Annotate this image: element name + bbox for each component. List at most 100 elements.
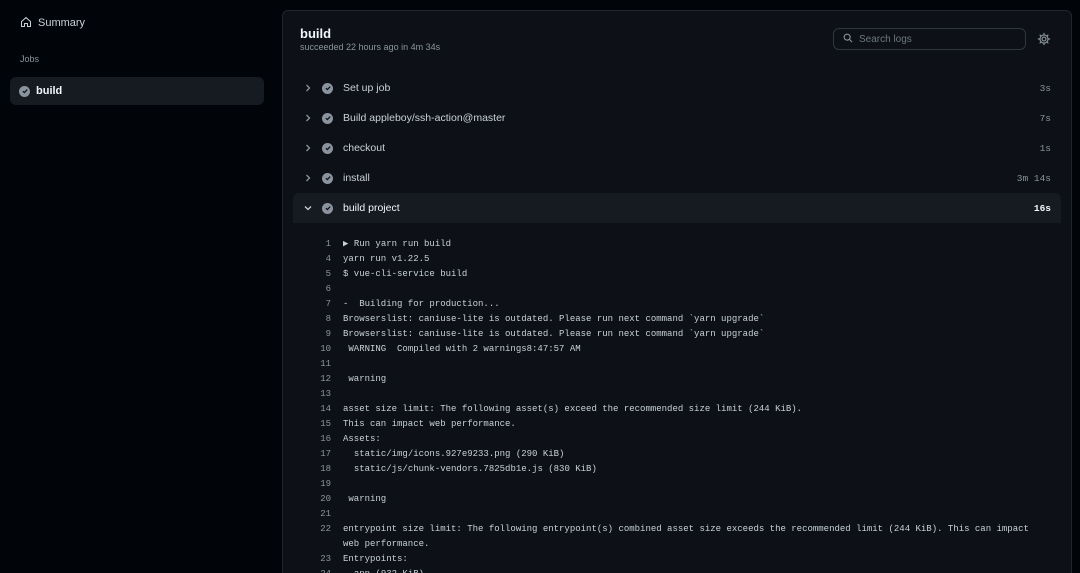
- log-line-number[interactable]: 7: [283, 297, 343, 312]
- log-line: 23 Entrypoints:: [283, 552, 1071, 567]
- log-line: 6: [283, 282, 1071, 297]
- log-line-number[interactable]: 24: [283, 567, 343, 573]
- success-check-icon: [19, 85, 30, 97]
- success-check-icon: [322, 172, 333, 184]
- jobs-heading: Jobs: [20, 54, 40, 64]
- chevron-down-icon: [304, 206, 312, 211]
- log-line: 9 Browserslist: caniuse-lite is outdated.…: [283, 327, 1071, 342]
- log-line-text: This can impact web performance.: [343, 419, 516, 429]
- log-line-number[interactable]: 13: [283, 387, 343, 402]
- chevron-right-icon: [306, 174, 311, 182]
- step-row-expanded[interactable]: build project 16s: [293, 193, 1061, 223]
- summary-link[interactable]: Summary: [12, 10, 268, 36]
- step-duration: 1s: [1039, 142, 1051, 154]
- step-duration: 3s: [1039, 82, 1051, 94]
- log-line: 14 asset size limit: The following asset(…: [283, 402, 1071, 417]
- log-line-number[interactable]: 20: [283, 492, 343, 507]
- log-line: 5 $ vue-cli-service build: [283, 267, 1071, 282]
- log-line: 13: [283, 387, 1071, 402]
- log-line-text: [343, 357, 1043, 372]
- step-name: Build appleboy/ssh-action@master: [343, 112, 506, 124]
- job-item-build[interactable]: build: [10, 77, 264, 105]
- log-line-number[interactable]: 12: [283, 372, 343, 387]
- page-title: build: [300, 26, 332, 41]
- log-line: 11: [283, 357, 1071, 372]
- step-duration: 3m 14s: [1016, 172, 1051, 184]
- log-line: 12 warning: [283, 372, 1071, 387]
- log-line: 8 Browserslist: caniuse-lite is outdated.…: [283, 312, 1071, 327]
- step-row[interactable]: Set up job 3s: [283, 73, 1071, 103]
- log-line-number[interactable]: 14: [283, 402, 343, 417]
- log-line-text: [343, 387, 1043, 402]
- search-icon: [843, 33, 853, 46]
- log-line-text: static/img/icons.927e9233.png (290 KiB): [343, 449, 565, 459]
- log-line: 15 This can impact web performance.: [283, 417, 1071, 432]
- log-line-number[interactable]: 11: [283, 357, 343, 372]
- log-line-number[interactable]: 17: [283, 447, 343, 462]
- log-line-number[interactable]: 6: [283, 282, 343, 297]
- steps-list: Set up job 3s Build appleboy/ssh-action@…: [283, 73, 1071, 223]
- log-line-number[interactable]: 9: [283, 327, 343, 342]
- log-line-number[interactable]: 19: [283, 477, 343, 492]
- log-line-text: [343, 507, 1043, 522]
- log-line: 18 static/js/chunk-vendors.7825db1e.js (…: [283, 462, 1071, 477]
- job-label: build: [36, 85, 63, 97]
- search-logs-input[interactable]: [859, 33, 1019, 45]
- log-line-text: - Building for production...: [343, 299, 500, 309]
- log-line-number[interactable]: 23: [283, 552, 343, 567]
- log-line-number[interactable]: 16: [283, 432, 343, 447]
- log-line-text: yarn run v1.22.5: [343, 254, 430, 264]
- home-icon: [20, 16, 32, 31]
- log-line: 22 entrypoint size limit: The following e…: [283, 522, 1071, 552]
- log-line: 20 warning: [283, 492, 1071, 507]
- log-line-number[interactable]: 18: [283, 462, 343, 477]
- log-line-text: warning: [343, 494, 387, 504]
- chevron-right-icon: [306, 84, 311, 92]
- step-row[interactable]: install 3m 14s: [283, 163, 1071, 193]
- log-line-number[interactable]: 1: [283, 237, 343, 252]
- chevron-right-icon: [306, 114, 311, 122]
- log-line-number[interactable]: 5: [283, 267, 343, 282]
- log-line-number[interactable]: 8: [283, 312, 343, 327]
- log-line: 10 WARNING Compiled with 2 warnings8:47:…: [283, 342, 1071, 357]
- log-line-number[interactable]: 21: [283, 507, 343, 522]
- log-line-text: WARNING Compiled with 2 warnings8:47:57 …: [343, 344, 581, 354]
- log-line-text: static/js/chunk-vendors.7825db1e.js (830…: [343, 464, 597, 474]
- success-check-icon: [322, 202, 333, 214]
- chevron-right-icon: [306, 144, 311, 152]
- log-line: 24 app (932 KiB): [283, 567, 1071, 573]
- log-line-text: warning: [343, 374, 387, 384]
- log-line-text: asset size limit: The following asset(s)…: [343, 404, 803, 414]
- log-line: 7- Building for production...: [283, 297, 1071, 312]
- log-line-text: Assets:: [343, 434, 381, 444]
- step-name: Set up job: [343, 82, 391, 94]
- step-duration: 16s: [1033, 202, 1051, 214]
- log-line-text: Entrypoints:: [343, 554, 408, 564]
- job-log-panel: build succeeded 22 hours ago in 4m 34s S…: [282, 10, 1072, 573]
- step-name: install: [343, 172, 370, 184]
- log-line-text: app (932 KiB): [343, 567, 1043, 573]
- log-line: 16 Assets:: [283, 432, 1071, 447]
- step-row[interactable]: checkout 1s: [283, 133, 1071, 163]
- log-line-text: Browserslist: caniuse-lite is outdated. …: [343, 314, 765, 324]
- sidebar: Summary Jobs build: [0, 0, 280, 573]
- log-line: 21: [283, 507, 1071, 522]
- step-duration: 7s: [1039, 112, 1051, 124]
- success-check-icon: [322, 142, 333, 154]
- gear-icon[interactable]: [1037, 32, 1051, 46]
- log-line: 1 ▶ Run yarn run build: [283, 237, 1071, 252]
- log-line-number[interactable]: 22: [283, 522, 343, 552]
- log-line-number[interactable]: 4: [283, 252, 343, 267]
- log-line-text: [343, 282, 1043, 297]
- log-output: 1 ▶ Run yarn run build 4 yarn run v1.22.5 5 $…: [283, 237, 1071, 573]
- success-check-icon: [322, 82, 333, 94]
- log-line-number[interactable]: 10: [283, 342, 343, 357]
- log-line: 17 static/img/icons.927e9233.png (290 Ki…: [283, 447, 1071, 462]
- log-line-text: ▶ Run yarn run build: [343, 239, 452, 249]
- log-line: 4 yarn run v1.22.5: [283, 252, 1071, 267]
- success-check-icon: [322, 112, 333, 124]
- step-row[interactable]: Build appleboy/ssh-action@master 7s: [283, 103, 1071, 133]
- log-line-number[interactable]: 15: [283, 417, 343, 432]
- log-line-text: $ vue-cli-service build: [343, 269, 468, 279]
- step-name: checkout: [343, 142, 386, 154]
